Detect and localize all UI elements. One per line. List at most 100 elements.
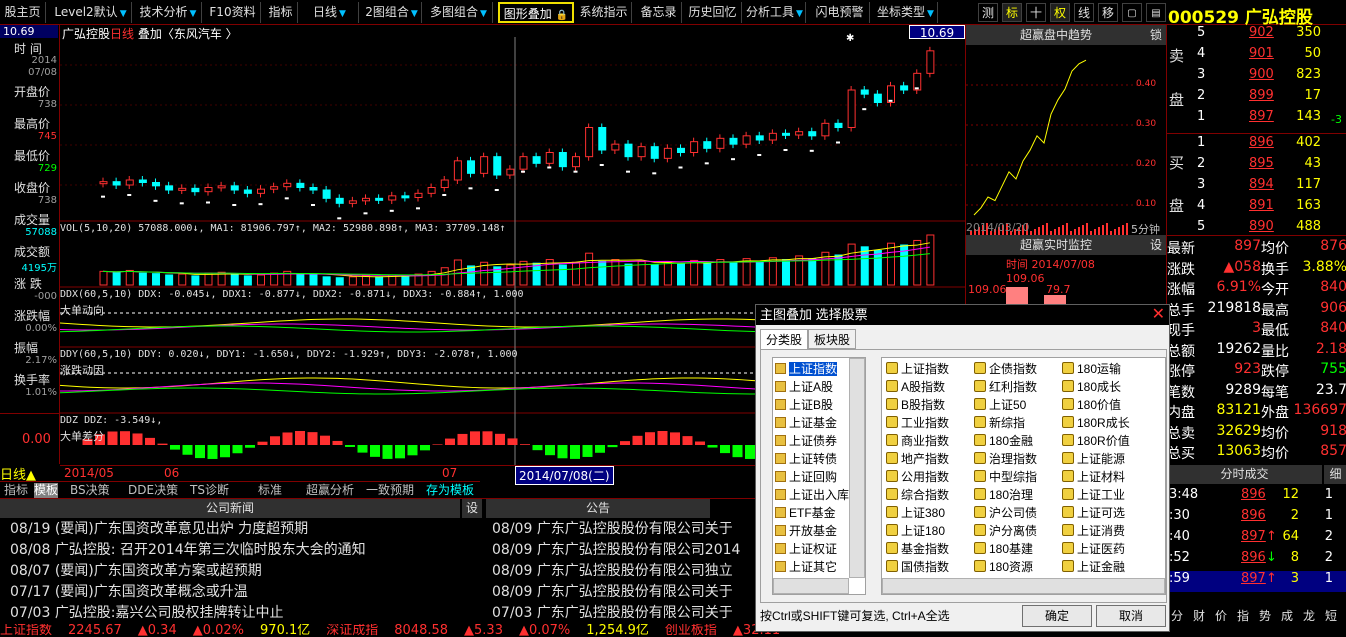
- index-item[interactable]: 红利指数: [974, 378, 1037, 396]
- index-item[interactable]: 沪分离债: [974, 522, 1037, 540]
- index-item[interactable]: 上证材料: [1062, 468, 1125, 486]
- category-tree[interactable]: 上证指数 上证A股 上证B股 上证基金 上证债券 上证转债 上证回购 上证出入库 ETF基金 开放…: [772, 357, 866, 595]
- bottom-tab[interactable]: 财: [1193, 607, 1205, 624]
- menu-item[interactable]: 指标: [264, 2, 298, 23]
- indicator-tab[interactable]: 标准: [258, 483, 282, 498]
- tool-mark[interactable]: 标: [1002, 3, 1022, 22]
- index-item[interactable]: 上证能源: [1062, 450, 1125, 468]
- index-item[interactable]: 企债指数: [974, 360, 1037, 378]
- orderbook-row[interactable]: 1 896 402: [1167, 135, 1346, 157]
- index-item[interactable]: B股指数: [886, 396, 945, 414]
- announcement-item[interactable]: 08/09 广东广弘控股股份有限公司关于: [492, 519, 754, 540]
- restore-window-icon[interactable]: ▢: [1122, 3, 1142, 22]
- menu-item[interactable]: 历史回忆: [684, 2, 742, 23]
- lock-icon[interactable]: 🔒: [556, 10, 568, 21]
- orderbook-row[interactable]: 4 891 163: [1167, 198, 1346, 220]
- orderbook-row[interactable]: 3 900 823: [1167, 67, 1346, 89]
- index-item[interactable]: 180资源: [974, 558, 1033, 576]
- orderbook-row[interactable]: 1 897 143: [1167, 109, 1346, 131]
- bottom-tab[interactable]: 势: [1259, 607, 1271, 624]
- index-item[interactable]: 上证工业: [1062, 486, 1125, 504]
- tree-item[interactable]: 上证债券: [775, 432, 837, 450]
- tree-item[interactable]: 上证指数: [775, 360, 838, 378]
- tree-item[interactable]: 上证A股: [775, 378, 833, 396]
- tree-item[interactable]: 上证B股: [775, 396, 833, 414]
- index-item[interactable]: 上证金融: [1062, 558, 1125, 576]
- menu-item[interactable]: 日线 ▼: [301, 2, 359, 23]
- menu-item[interactable]: 技术分析 ▼: [135, 2, 202, 23]
- bottom-tab[interactable]: 成: [1281, 607, 1293, 624]
- indicator-tab[interactable]: 存为模板: [426, 483, 474, 498]
- indicator-tab[interactable]: 一致预期: [366, 483, 414, 498]
- indicator-tab[interactable]: TS诊断: [190, 483, 229, 498]
- tree-item[interactable]: 上证权证: [775, 540, 837, 558]
- menu-item[interactable]: 2图组合 ▼: [362, 2, 422, 23]
- index-item[interactable]: 上证消费: [1062, 522, 1125, 540]
- tool-crosshair[interactable]: 十: [1026, 3, 1046, 22]
- news-item[interactable]: 08/08 广弘控股: 召开2014年第三次临时股东大会的通知: [10, 540, 480, 561]
- menu-item[interactable]: 图形叠加 🔒: [498, 2, 574, 23]
- indicator-tab[interactable]: 超赢分析: [306, 483, 354, 498]
- list-hscrollbar[interactable]: [882, 578, 1165, 594]
- index-item[interactable]: 新综指: [974, 414, 1025, 432]
- menu-item[interactable]: Level2默认 ▼: [50, 2, 132, 23]
- index-item[interactable]: 180价值: [1062, 396, 1121, 414]
- tree-item[interactable]: 上证出入库: [775, 486, 849, 504]
- index-item[interactable]: 180R价值: [1062, 432, 1130, 450]
- index-list[interactable]: 上证指数 A股指数 B股指数 工业指数 商业指数 地产指数 公用指数 综合指数 上证380 上证1…: [881, 357, 1166, 595]
- orderbook-row[interactable]: 3 894 117: [1167, 177, 1346, 199]
- index-item[interactable]: 180金融: [974, 432, 1033, 450]
- index-item[interactable]: 商业指数: [886, 432, 949, 450]
- index-item[interactable]: 公用指数: [886, 468, 949, 486]
- index-item[interactable]: 上证180: [886, 522, 945, 540]
- menu-item[interactable]: 备忘录: [636, 2, 682, 23]
- indicator-tab[interactable]: BS决策: [70, 483, 110, 498]
- lock-button[interactable]: 锁: [1146, 25, 1166, 45]
- index-item[interactable]: 上证指数: [886, 360, 949, 378]
- index-item[interactable]: 治理指数: [974, 450, 1037, 468]
- index-item[interactable]: 180治理: [974, 486, 1033, 504]
- tab-sector-stocks[interactable]: 板块股: [808, 329, 857, 349]
- index-item[interactable]: 180基建: [974, 540, 1033, 558]
- orderbook-row[interactable]: 5 902 350: [1167, 25, 1346, 47]
- menu-item[interactable]: F10资料: [205, 2, 261, 23]
- bottom-tab[interactable]: 龙: [1303, 607, 1315, 624]
- bottom-tab[interactable]: 价: [1215, 607, 1227, 624]
- announcement-item[interactable]: 08/09 广东广弘控股股份有限公司独立: [492, 561, 754, 582]
- index-item[interactable]: 国债指数: [886, 558, 949, 576]
- orderbook-row[interactable]: 2 895 43: [1167, 156, 1346, 178]
- menu-item[interactable]: 多图组合 ▼: [425, 2, 493, 23]
- index-item[interactable]: 180R成长: [1062, 414, 1130, 432]
- index-item[interactable]: 地产指数: [886, 450, 949, 468]
- monitor-set-button[interactable]: 设: [1146, 235, 1166, 255]
- index-item[interactable]: 工业指数: [886, 414, 949, 432]
- menu-item[interactable]: 股主页: [0, 2, 46, 23]
- index-item[interactable]: 基金指数: [886, 540, 949, 558]
- tree-item[interactable]: 上证回购: [775, 468, 837, 486]
- tree-hscrollbar[interactable]: [773, 578, 849, 594]
- announcement-item[interactable]: 08/09 广东广弘控股股份有限公司关于: [492, 582, 754, 603]
- menu-item[interactable]: 系统指示: [576, 2, 632, 23]
- index-item[interactable]: 沪公司债: [974, 504, 1037, 522]
- menu-item[interactable]: 闪电预警: [810, 2, 870, 23]
- close-icon[interactable]: ✕: [1152, 307, 1165, 323]
- indicator-tab[interactable]: 指标: [4, 483, 28, 498]
- news-item[interactable]: 08/19 (要闻)广东国资改革意见出炉 力度超预期: [10, 519, 480, 540]
- window-menu-icon[interactable]: ▤: [1146, 3, 1166, 22]
- indicator-tab[interactable]: 模板: [34, 483, 59, 498]
- cancel-button[interactable]: 取消: [1096, 605, 1166, 627]
- index-item[interactable]: A股指数: [886, 378, 945, 396]
- tree-item[interactable]: 开放基金: [775, 522, 837, 540]
- menu-item[interactable]: 坐标类型 ▼: [874, 2, 938, 23]
- orderbook-row[interactable]: 2 899 17: [1167, 88, 1346, 110]
- tool-weight[interactable]: 权: [1050, 3, 1070, 22]
- index-item[interactable]: 中型综指: [974, 468, 1037, 486]
- tree-item[interactable]: 上证基金: [775, 414, 837, 432]
- tree-vscrollbar[interactable]: [849, 358, 865, 578]
- ok-button[interactable]: 确定: [1022, 605, 1092, 627]
- index-item[interactable]: 180成长: [1062, 378, 1121, 396]
- index-item[interactable]: 上证50: [974, 396, 1026, 414]
- news-item[interactable]: 07/17 (要闻)广东国资改革概念或升温: [10, 582, 480, 603]
- menu-item[interactable]: 分析工具 ▼: [744, 2, 806, 23]
- tool-line[interactable]: 线: [1074, 3, 1094, 22]
